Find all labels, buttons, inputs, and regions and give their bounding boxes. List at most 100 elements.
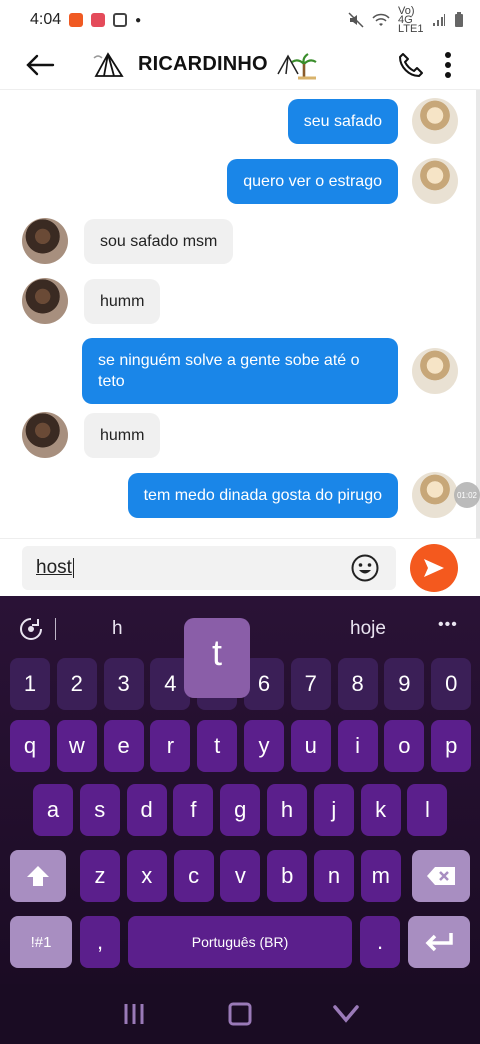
video-call-icon bbox=[69, 13, 84, 27]
key-j[interactable]: j bbox=[313, 784, 354, 836]
phone-icon[interactable] bbox=[398, 52, 424, 78]
message-row-incoming: humm bbox=[0, 278, 480, 324]
more-notifications-icon: ● bbox=[135, 14, 142, 26]
key-f[interactable]: f bbox=[173, 784, 214, 836]
back-chevron-icon[interactable] bbox=[332, 1004, 360, 1024]
key-d[interactable]: d bbox=[126, 784, 167, 836]
message-row-outgoing: quero ver o estrago bbox=[0, 158, 480, 204]
key-x[interactable]: x bbox=[126, 850, 167, 902]
message-bubble[interactable]: humm bbox=[84, 278, 161, 324]
key-3[interactable]: 3 bbox=[103, 658, 144, 710]
message-composer: host bbox=[0, 538, 480, 596]
recent-apps-icon[interactable] bbox=[120, 1002, 148, 1026]
message-bubble[interactable]: humm bbox=[84, 412, 161, 458]
send-icon bbox=[424, 558, 444, 577]
message-input[interactable]: host bbox=[22, 545, 396, 590]
key-v[interactable]: v bbox=[220, 850, 261, 902]
key-w[interactable]: w bbox=[56, 720, 97, 772]
network-label: Vo) 4G LTE1 bbox=[398, 4, 424, 35]
my-avatar bbox=[412, 98, 458, 144]
key-h[interactable]: h bbox=[267, 784, 307, 836]
message-row-incoming: humm bbox=[0, 412, 480, 458]
key-7[interactable]: 7 bbox=[290, 658, 331, 710]
key-q[interactable]: q bbox=[10, 720, 50, 772]
key-9[interactable]: 9 bbox=[384, 658, 425, 710]
key-n[interactable]: n bbox=[314, 850, 354, 902]
keyboard-settings-icon[interactable] bbox=[18, 616, 44, 642]
key-l[interactable]: l bbox=[407, 784, 448, 836]
chat-header: RICARDINHO bbox=[0, 40, 480, 90]
key-press-popup: t bbox=[184, 618, 250, 698]
key-y[interactable]: y bbox=[244, 720, 284, 772]
emoji-icon[interactable] bbox=[350, 553, 380, 583]
key-k[interactable]: k bbox=[360, 784, 401, 836]
status-right: Vo) 4G LTE1 bbox=[348, 4, 464, 35]
message-bubble[interactable]: tem medo dinada gosta do pirugo bbox=[127, 472, 398, 518]
status-time: 4:04 bbox=[30, 11, 62, 28]
key-r[interactable]: r bbox=[150, 720, 191, 772]
timestamp-badge: 01:02 bbox=[454, 482, 480, 508]
comma-key[interactable]: , bbox=[80, 916, 120, 968]
contact-title[interactable]: RICARDINHO bbox=[92, 50, 324, 80]
battery-icon bbox=[455, 12, 463, 27]
key-2[interactable]: 2 bbox=[56, 658, 97, 710]
contact-avatar[interactable] bbox=[22, 218, 68, 264]
message-bubble[interactable]: seu safado bbox=[287, 98, 398, 144]
my-avatar bbox=[412, 158, 458, 204]
wifi-icon bbox=[372, 13, 390, 26]
message-row-outgoing: seu safado bbox=[0, 98, 480, 144]
key-i[interactable]: i bbox=[337, 720, 378, 772]
key-m[interactable]: m bbox=[360, 850, 401, 902]
enter-key[interactable] bbox=[408, 916, 470, 968]
key-a[interactable]: a bbox=[33, 784, 73, 836]
key-g[interactable]: g bbox=[220, 784, 261, 836]
backspace-key[interactable] bbox=[412, 850, 470, 902]
contact-name: RICARDINHO bbox=[138, 53, 268, 75]
navigation-bar bbox=[0, 984, 480, 1044]
header-actions bbox=[398, 51, 480, 79]
key-1[interactable]: 1 bbox=[10, 658, 50, 710]
message-row-incoming: sou safado msm bbox=[0, 218, 480, 264]
more-vertical-icon[interactable] bbox=[444, 51, 452, 79]
space-key[interactable]: Português (BR) bbox=[128, 916, 352, 968]
key-c[interactable]: c bbox=[173, 850, 214, 902]
key-t[interactable]: t bbox=[197, 720, 238, 772]
enter-icon bbox=[425, 933, 453, 952]
my-avatar bbox=[412, 348, 458, 394]
key-o[interactable]: o bbox=[384, 720, 425, 772]
backspace-icon bbox=[427, 867, 455, 885]
back-button[interactable] bbox=[10, 40, 70, 90]
key-0[interactable]: 0 bbox=[431, 658, 472, 710]
key-6[interactable]: 6 bbox=[244, 658, 284, 710]
status-left: 4:04 ● bbox=[30, 11, 141, 29]
send-button[interactable] bbox=[410, 543, 458, 592]
contact-avatar[interactable] bbox=[22, 278, 68, 324]
suggestion-3[interactable]: hoje bbox=[350, 618, 386, 640]
message-bubble[interactable]: se ninguém solve a gente sobe até o teto bbox=[82, 338, 398, 404]
key-z[interactable]: z bbox=[80, 850, 120, 902]
arrow-left-icon bbox=[26, 54, 55, 75]
key-u[interactable]: u bbox=[290, 720, 331, 772]
symbols-key[interactable]: !#1 bbox=[10, 916, 72, 968]
signal-icon bbox=[433, 14, 445, 26]
message-bubble[interactable]: quero ver o estrago bbox=[227, 158, 398, 204]
message-bubble[interactable]: sou safado msm bbox=[84, 218, 234, 264]
home-icon[interactable] bbox=[227, 1001, 253, 1027]
more-suggestions-icon[interactable]: ••• bbox=[438, 616, 458, 634]
key-e[interactable]: e bbox=[103, 720, 144, 772]
notification-app-icon bbox=[91, 13, 106, 27]
period-key[interactable]: . bbox=[360, 916, 400, 968]
status-bar: 4:04 ● Vo) 4G LTE1 bbox=[0, 0, 480, 40]
message-list[interactable]: seu safado quero ver o estrago sou safad… bbox=[0, 90, 480, 538]
message-row-outgoing: se ninguém solve a gente sobe até o teto bbox=[0, 338, 480, 404]
key-b[interactable]: b bbox=[267, 850, 308, 902]
keyboard: h hoje ••• t 1234567890qwertyuiopasdfghj… bbox=[0, 596, 480, 984]
suggestion-1[interactable]: h bbox=[112, 618, 123, 640]
instagram-icon bbox=[113, 13, 128, 27]
my-avatar bbox=[412, 472, 458, 518]
shift-key[interactable] bbox=[10, 850, 66, 902]
contact-avatar[interactable] bbox=[22, 412, 68, 458]
key-p[interactable]: p bbox=[431, 720, 472, 772]
key-8[interactable]: 8 bbox=[337, 658, 378, 710]
key-s[interactable]: s bbox=[79, 784, 120, 836]
